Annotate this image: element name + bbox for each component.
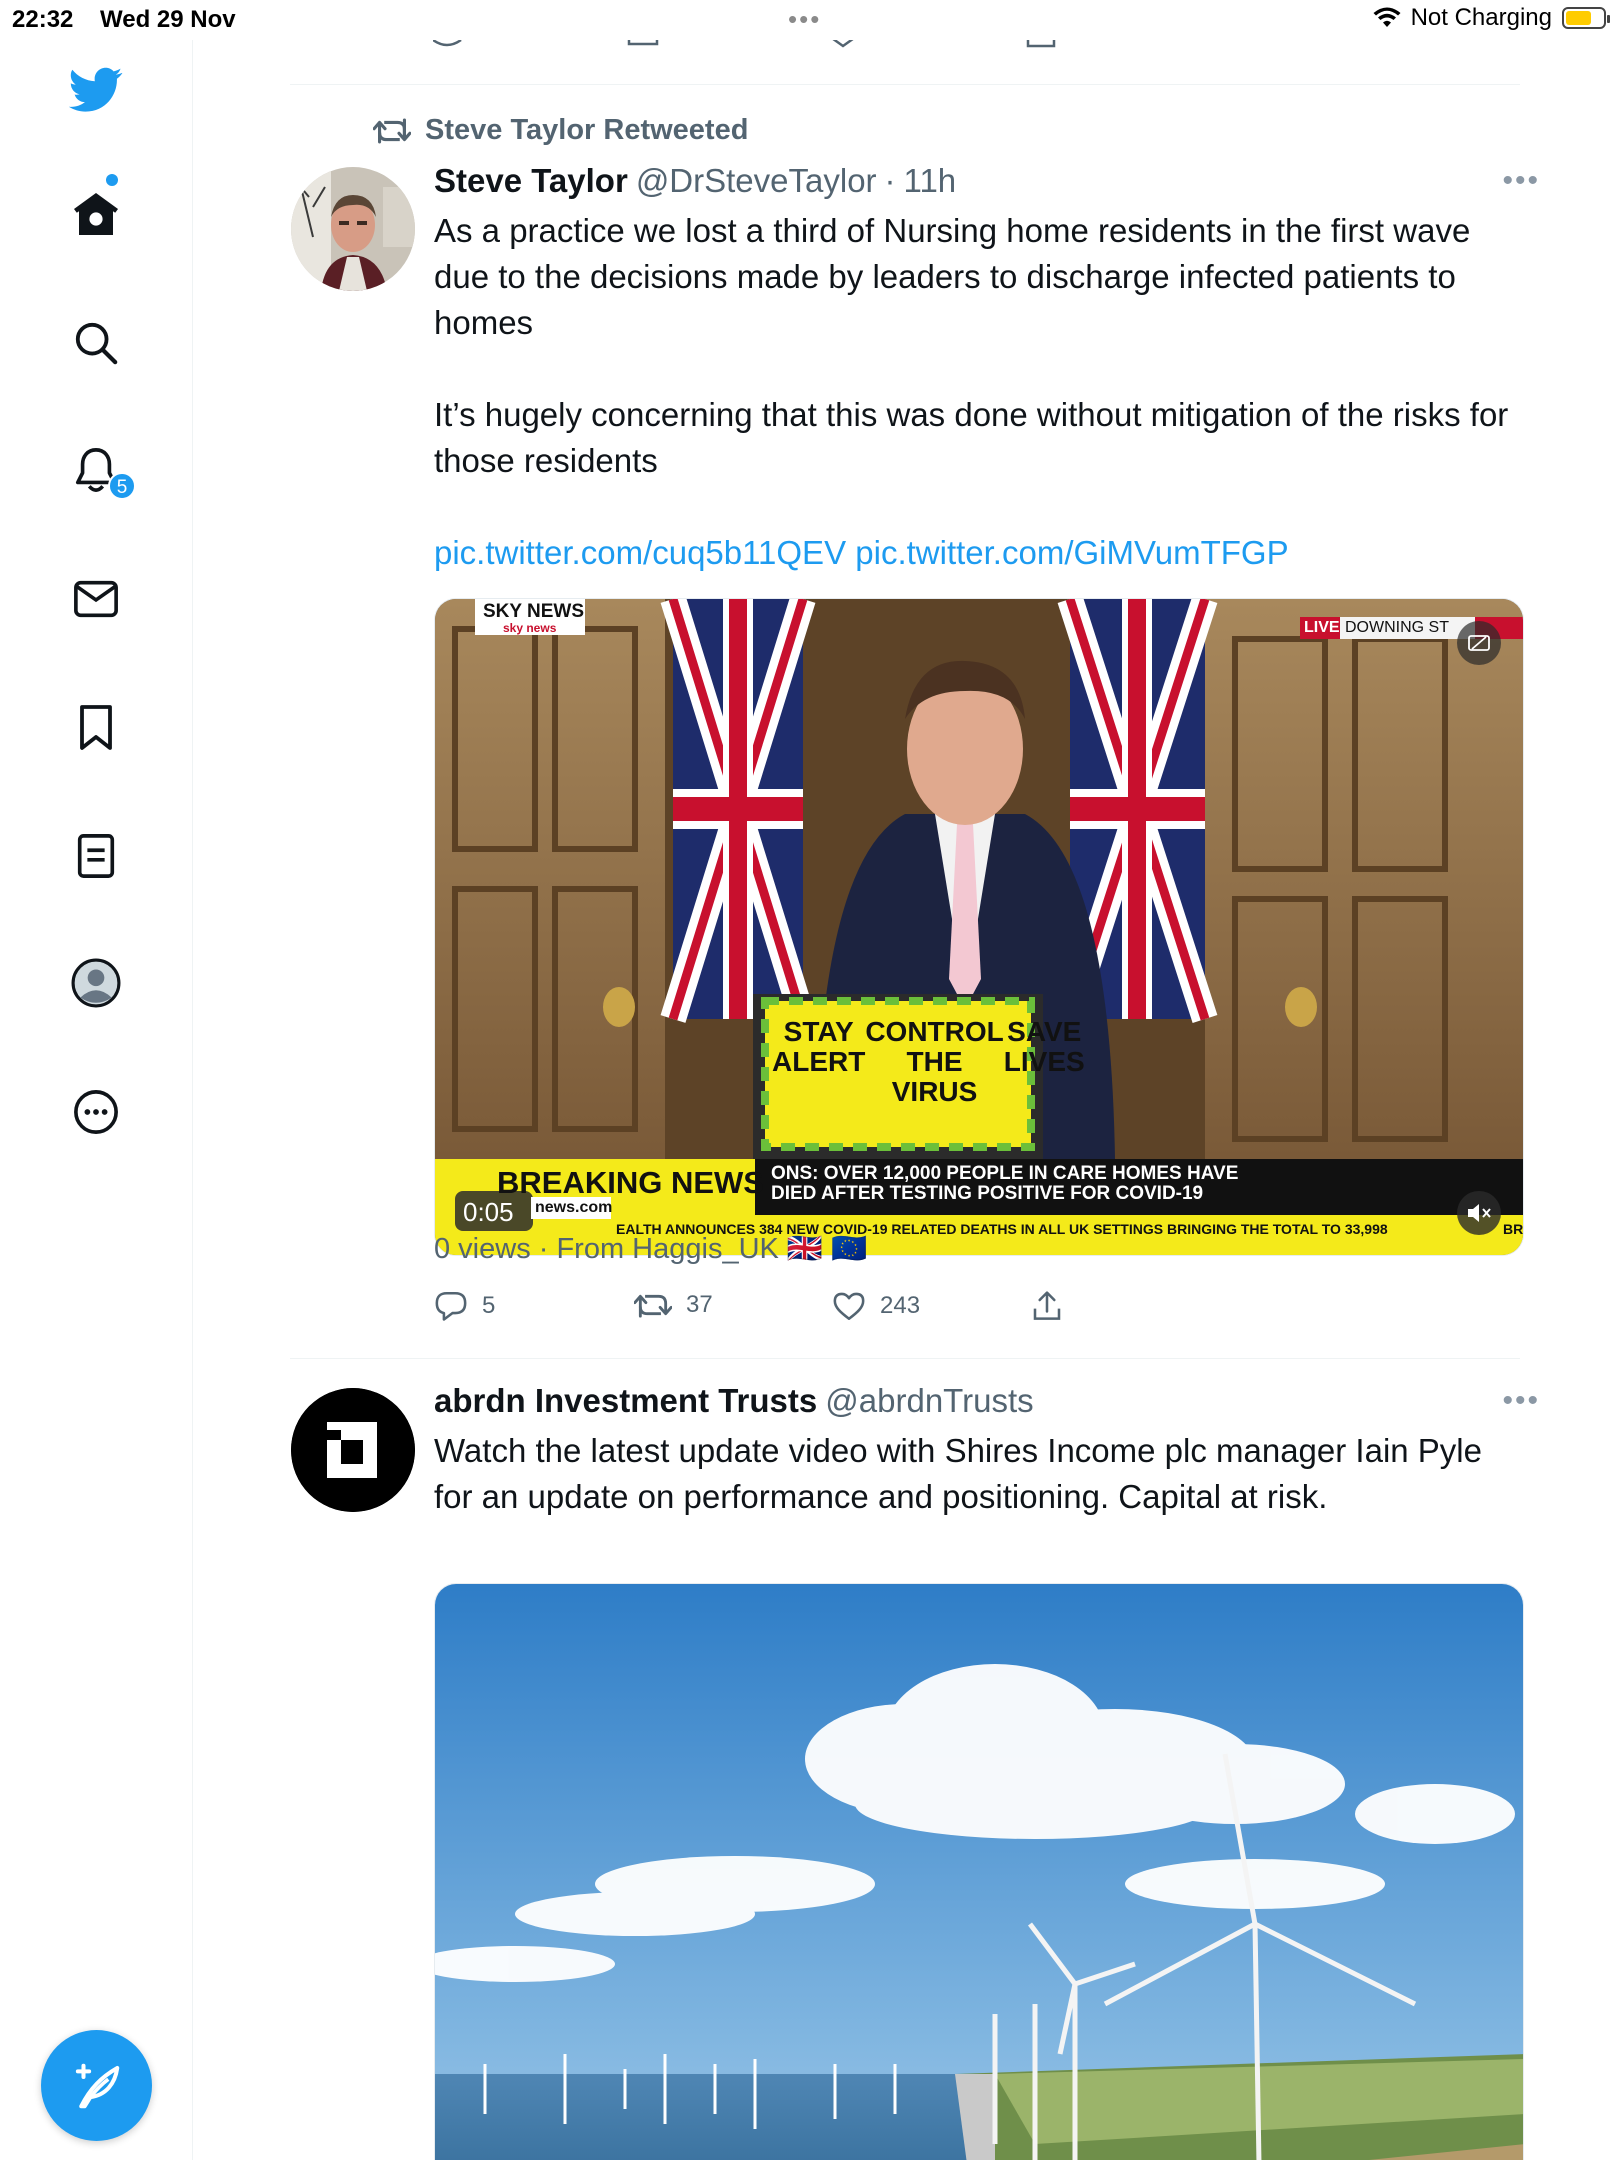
search-icon[interactable] [66, 313, 126, 373]
notifications-badge: 5 [108, 472, 136, 500]
status-date: Wed 29 Nov [100, 6, 236, 33]
retweet-icon [373, 118, 411, 143]
podium-lives: LIVES [1003, 1046, 1085, 1077]
reply-button[interactable]: 5 [434, 1290, 495, 1322]
tweet-text-paragraph-2: It’s hugely concerning that this was don… [434, 396, 1509, 479]
profile-icon[interactable] [66, 953, 126, 1013]
tweet-actions: 5 37 243 [434, 1290, 1134, 1330]
author-name[interactable]: abrdn Investment Trusts [434, 1382, 817, 1420]
channel-logo: SKY NEWS [483, 601, 585, 622]
compose-tweet-button[interactable] [41, 2030, 152, 2141]
reply-icon [435, 1291, 467, 1321]
tweet-divider [290, 1358, 1520, 1359]
retweet-count: 37 [686, 1291, 713, 1318]
status-right: Not Charging [1373, 4, 1610, 32]
tweet-text-paragraph-1: As a practice we lost a third of Nursing… [434, 212, 1471, 341]
bookmarks-icon[interactable] [66, 698, 126, 758]
captions-icon[interactable] [1467, 633, 1491, 653]
status-bar: 22:32 Wed 29 Nov ••• Not Charging [0, 0, 1620, 40]
multitasking-dots-icon[interactable]: ••• [788, 4, 821, 35]
location-tag: DOWNING ST [1345, 619, 1449, 636]
podium-sign: STAY ALERT CONTROL THE VIRUS SAVE LIVES [772, 1016, 1085, 1107]
tweet-body: Watch the latest update video with Shire… [434, 1432, 1482, 1515]
podium-the-virus: THE VIRUS [891, 1046, 978, 1107]
tweet-video[interactable]: SKY NEWS sky news LIVE DOWNING ST STAY AL… [434, 598, 1524, 1256]
like-count: 243 [880, 1292, 921, 1319]
tweet-views-source: 0 views · From Haggis_UK 🇬🇧 🇪🇺 [434, 1233, 868, 1265]
tweet-link-1[interactable]: pic.twitter.com/cuq5b11QEV [434, 534, 846, 571]
author-name[interactable]: Steve Taylor [434, 162, 628, 200]
dot-separator: · [884, 162, 896, 199]
more-icon[interactable] [66, 1082, 126, 1142]
live-tag: LIVE [1304, 619, 1340, 636]
home-unread-dot [106, 174, 118, 186]
avatar-abrdn[interactable] [291, 1388, 415, 1512]
tweet-links: pic.twitter.com/cuq5b11QEV pic.twitter.c… [434, 530, 1524, 576]
breaking-news-label: BREAKING NEWS [497, 1165, 764, 1200]
news-ticker-end: BRE [1503, 1221, 1524, 1237]
tweet-time[interactable]: 11h [904, 162, 957, 200]
charging-status: Not Charging [1410, 4, 1552, 31]
wifi-icon [1373, 7, 1401, 27]
tweet-header: Steve Taylor @DrSteveTaylor · 11h [434, 162, 956, 200]
tweet-link-2[interactable]: pic.twitter.com/GiMVumTFGP [855, 534, 1288, 571]
tweet-divider [290, 84, 1520, 85]
compose-tweet-icon [75, 2063, 119, 2108]
tweet-header: abrdn Investment Trusts @abrdnTrusts [434, 1382, 1034, 1420]
video-frame [435, 599, 1523, 1255]
sidebar-nav: 5 [0, 40, 193, 2160]
headline-line-2: DIED AFTER TESTING POSITIVE FOR COVID-19 [771, 1183, 1204, 1204]
retweet-action-icon [634, 1294, 672, 1318]
reply-count: 5 [482, 1292, 496, 1319]
messages-icon[interactable] [66, 569, 126, 629]
battery-icon [1562, 7, 1610, 29]
heart-icon [833, 1292, 865, 1321]
lists-icon[interactable] [66, 826, 126, 886]
channel-sub: sky news [503, 621, 557, 635]
tweet-more-options-icon[interactable]: ••• [1502, 164, 1540, 198]
headline-line-1: ONS: OVER 12,000 PEOPLE IN CARE HOMES HA… [771, 1163, 1239, 1184]
status-time: 22:32 [12, 6, 74, 33]
retweet-label[interactable]: Steve Taylor Retweeted [425, 114, 748, 147]
podium-control: CONTROL [865, 1016, 1004, 1047]
author-handle[interactable]: @DrSteveTaylor [636, 162, 877, 200]
avatar-steve-taylor[interactable] [291, 167, 415, 291]
share-icon [1033, 1291, 1061, 1320]
twitter-bird-icon[interactable] [66, 60, 126, 120]
video-timestamp: 0:05 [463, 1197, 514, 1227]
author-handle[interactable]: @abrdnTrusts [825, 1382, 1033, 1420]
retweet-button[interactable]: 37 [634, 1290, 713, 1320]
home-icon[interactable] [66, 184, 126, 244]
share-button[interactable] [1032, 1290, 1062, 1322]
podium-save: SAVE [1007, 1016, 1082, 1047]
mute-icon[interactable] [1465, 1201, 1493, 1225]
timeline-feed: Steve Taylor Retweeted Steve Taylor @DrS… [193, 40, 1620, 2160]
podium-stay: STAY [783, 1016, 854, 1047]
retweet-indicator: Steve Taylor Retweeted [373, 114, 748, 147]
podium-alert: ALERT [772, 1046, 866, 1077]
like-button[interactable]: 243 [832, 1290, 920, 1322]
previous-tweet-actions [433, 40, 1056, 48]
site-label: news.com [535, 1199, 613, 1216]
tweet-body: As a practice we lost a third of Nursing… [434, 208, 1524, 576]
tweet-more-options-icon[interactable]: ••• [1502, 1384, 1540, 1418]
tweet-image-wind-farm[interactable] [434, 1583, 1524, 2160]
wind-farm-image [435, 1584, 1523, 2160]
